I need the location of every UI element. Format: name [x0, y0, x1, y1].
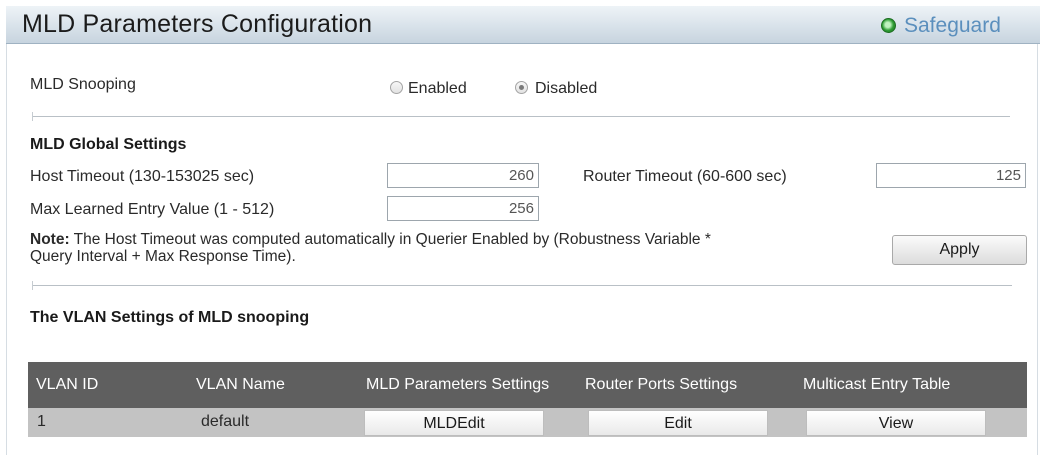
multicast-view-button[interactable]: View [806, 410, 986, 436]
page-title: MLD Parameters Configuration [22, 10, 373, 38]
col-mld-parameters-settings: MLD Parameters Settings [366, 376, 550, 393]
divider [32, 281, 1012, 290]
max-learned-entry-input[interactable]: 256 [387, 196, 539, 221]
snooping-disabled-label[interactable]: Disabled [535, 80, 597, 98]
host-timeout-input[interactable]: 260 [387, 163, 539, 188]
note-line-2: Query Interval + Max Response Time). [30, 248, 296, 265]
apply-button[interactable]: Apply [892, 235, 1027, 265]
vlan-id-cell: 1 [37, 413, 46, 430]
host-timeout-label: Host Timeout (130-153025 sec) [30, 168, 255, 185]
max-learned-entry-label: Max Learned Entry Value (1 - 512) [30, 201, 275, 218]
col-router-ports-settings: Router Ports Settings [585, 376, 738, 393]
router-ports-edit-button[interactable]: Edit [588, 410, 768, 436]
router-timeout-input[interactable]: 125 [876, 163, 1026, 188]
global-settings-heading: MLD Global Settings [30, 136, 187, 153]
router-timeout-label: Router Timeout (60-600 sec) [583, 168, 787, 185]
snooping-disabled-radio[interactable] [515, 81, 528, 94]
note-prefix: Note: [30, 231, 70, 248]
safeguard-label: Safeguard [904, 14, 1001, 37]
safeguard-status-icon [881, 18, 896, 33]
table-row: 1 default MLDEdit Edit View [28, 408, 1027, 437]
vlan-name-cell: default [201, 413, 250, 430]
snooping-enabled-radio[interactable] [390, 81, 403, 94]
vlan-settings-heading: The VLAN Settings of MLD snooping [30, 309, 310, 326]
col-multicast-entry-table: Multicast Entry Table [803, 376, 951, 393]
content-panel: MLD Snooping Enabled Disabled MLD Global… [6, 44, 1038, 455]
col-vlan-name: VLAN Name [196, 376, 285, 393]
note-text: Note: The Host Timeout was computed auto… [30, 231, 870, 265]
mld-snooping-label: MLD Snooping [30, 76, 136, 93]
col-vlan-id: VLAN ID [36, 376, 99, 393]
note-line-1: The Host Timeout was computed automatica… [73, 231, 711, 248]
divider [32, 112, 1010, 121]
snooping-enabled-label[interactable]: Enabled [408, 80, 467, 98]
vlan-table-header: VLAN ID VLAN Name MLD Parameters Setting… [28, 362, 1027, 408]
title-bar: MLD Parameters Configuration Safeguard [6, 6, 1040, 44]
mld-edit-button[interactable]: MLDEdit [364, 410, 544, 436]
